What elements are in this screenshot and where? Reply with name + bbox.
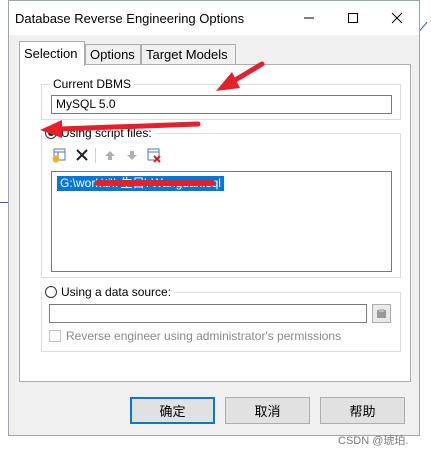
add-file-button[interactable] <box>51 146 69 164</box>
maximize-icon <box>348 13 358 23</box>
tab-options[interactable]: Options <box>85 44 141 64</box>
cancel-button[interactable]: 取消 <box>225 397 310 424</box>
admin-permissions-option[interactable]: Reverse engineer using administrator's p… <box>49 329 341 343</box>
current-dbms-group: Current DBMS MySQL 5.0 <box>41 77 401 120</box>
data-source-radio[interactable] <box>45 286 57 298</box>
move-up-button[interactable] <box>101 146 119 164</box>
script-files-list[interactable]: G:\work\ti\\ 生目\ Wanguan.sql <box>51 171 392 272</box>
move-up-icon <box>105 151 115 160</box>
data-source-label[interactable]: Using a data source: <box>61 285 171 299</box>
close-icon <box>391 12 403 24</box>
tab-target-models[interactable]: Target Models <box>141 44 236 64</box>
delete-icon <box>76 149 88 161</box>
title-bar: Database Reverse Engineering Options <box>9 1 419 35</box>
close-button[interactable] <box>375 1 419 35</box>
admin-permissions-checkbox[interactable] <box>49 330 61 342</box>
minimize-button[interactable] <box>287 1 331 35</box>
toolbar-separator <box>95 148 96 163</box>
script-files-label[interactable]: Using script files: <box>61 126 152 140</box>
tab-selection[interactable]: Selection <box>19 41 85 66</box>
help-button[interactable]: 帮助 <box>320 397 405 424</box>
window-title: Database Reverse Engineering Options <box>15 11 245 26</box>
current-dbms-legend: Current DBMS <box>50 77 135 91</box>
delete-button[interactable] <box>73 146 91 164</box>
script-files-group: Using script files: G:\work\ti\\ <box>41 126 401 278</box>
background-line-right <box>419 21 428 31</box>
script-files-legend[interactable]: Using script files: <box>42 126 155 140</box>
redaction-mark <box>95 180 215 186</box>
ok-button[interactable]: 确定 <box>130 397 215 424</box>
data-source-legend[interactable]: Using a data source: <box>42 285 175 299</box>
data-source-field[interactable] <box>49 304 367 323</box>
move-down-icon <box>127 151 137 160</box>
script-files-radio[interactable] <box>45 127 57 139</box>
clear-list-icon <box>147 148 161 163</box>
move-down-button[interactable] <box>123 146 141 164</box>
clear-list-button[interactable] <box>145 146 163 164</box>
dialog-window: Database Reverse Engineering Options Sel… <box>8 0 420 436</box>
browse-icon <box>377 309 386 318</box>
current-dbms-label: Current DBMS <box>53 77 132 91</box>
watermark: CSDN @琥珀. <box>338 435 409 447</box>
maximize-button[interactable] <box>331 1 375 35</box>
add-file-icon <box>52 148 66 163</box>
current-dbms-field[interactable]: MySQL 5.0 <box>51 95 392 114</box>
data-source-group: Using a data source: Reverse engineer us… <box>41 285 401 352</box>
selection-panel: Current DBMS MySQL 5.0 Using script file… <box>19 64 411 382</box>
minimize-icon <box>304 17 314 19</box>
browse-data-source-button[interactable] <box>372 304 391 323</box>
admin-permissions-label: Reverse engineer using administrator's p… <box>66 329 342 343</box>
